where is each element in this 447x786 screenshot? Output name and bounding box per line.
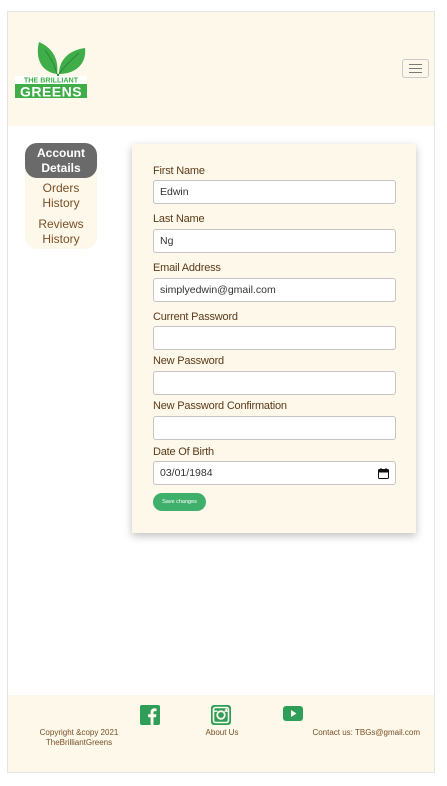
account-details-form: First Name Edwin Last Name Ng Email Addr… <box>132 144 416 533</box>
hamburger-icon-bar <box>409 72 422 73</box>
date-of-birth-label: Date Of Birth <box>153 446 214 458</box>
facebook-icon[interactable] <box>140 705 160 725</box>
sidebar-item-label: Details <box>41 161 81 175</box>
sidebar-item-label: History <box>42 196 80 210</box>
first-name-input[interactable]: Edwin <box>153 180 396 204</box>
current-password-input[interactable] <box>153 326 396 350</box>
sidebar-item-orders-history[interactable]: Orders History <box>25 181 97 215</box>
last-name-value: Ng <box>160 235 174 247</box>
header: THE BRILLIANT GREENS <box>8 12 434 126</box>
email-input[interactable]: simplyedwin@gmail.com <box>153 278 396 302</box>
new-password-confirmation-input[interactable] <box>153 416 396 440</box>
calendar-icon[interactable] <box>378 467 389 479</box>
last-name-label: Last Name <box>153 213 205 225</box>
email-value: simplyedwin@gmail.com <box>160 284 276 296</box>
date-of-birth-value: 03/01/1984 <box>160 467 213 479</box>
hamburger-menu-button[interactable] <box>402 59 429 78</box>
save-changes-button[interactable]: Save changes <box>153 493 206 511</box>
new-password-label: New Password <box>153 355 224 367</box>
account-sidebar: Account Details Orders History Reviews H… <box>25 143 97 249</box>
sidebar-item-label: Account <box>37 146 85 160</box>
copyright-text: Copyright &copy 2021 TheBrilliantGreens <box>34 728 124 748</box>
brand-logo[interactable]: THE BRILLIANT GREENS <box>15 38 89 100</box>
hamburger-icon-bar <box>409 68 422 69</box>
sidebar-item-label: Reviews <box>38 217 84 231</box>
youtube-icon[interactable] <box>283 706 303 721</box>
sidebar-item-account-details[interactable]: Account Details <box>25 143 97 178</box>
sidebar-item-label: Orders <box>42 181 80 195</box>
last-name-input[interactable]: Ng <box>153 229 396 253</box>
sidebar-item-reviews-history[interactable]: Reviews History <box>25 217 97 251</box>
footer: Copyright &copy 2021 TheBrilliantGreens <box>8 695 434 772</box>
instagram-icon[interactable] <box>210 704 232 726</box>
about-us-link[interactable]: About Us <box>200 728 244 737</box>
current-password-label: Current Password <box>153 311 238 323</box>
new-password-input[interactable] <box>153 371 396 395</box>
page-frame: THE BRILLIANT GREENS Account Details Ord… <box>7 11 435 773</box>
new-password-confirmation-label: New Password Confirmation <box>153 400 287 412</box>
logo-line2: GREENS <box>20 84 82 100</box>
hamburger-icon <box>409 64 422 65</box>
sidebar-item-label: History <box>42 232 80 246</box>
first-name-label: First Name <box>153 165 205 177</box>
copyright-line1: Copyright &copy 2021 <box>39 728 119 737</box>
copyright-line2: TheBrilliantGreens <box>45 738 113 747</box>
email-label: Email Address <box>153 262 221 274</box>
contact-text: Contact us: TBGs@gmail.com <box>312 728 420 737</box>
first-name-value: Edwin <box>160 186 189 198</box>
date-of-birth-input[interactable]: 03/01/1984 <box>153 461 396 485</box>
